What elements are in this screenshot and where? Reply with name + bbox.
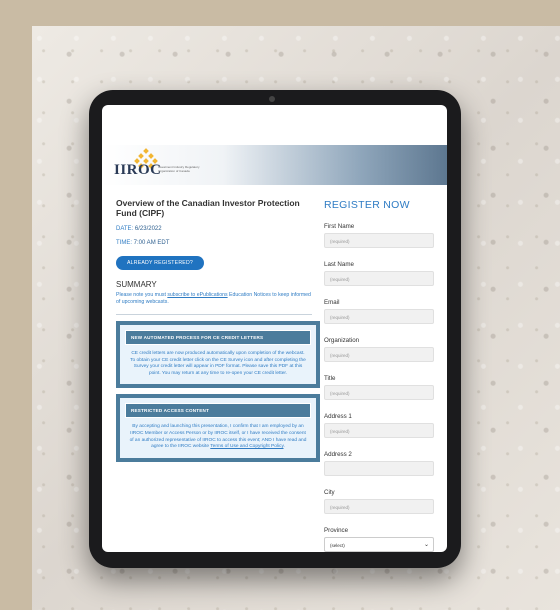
camera-dot (269, 96, 275, 102)
time-label: TIME: (116, 240, 132, 246)
first-name-label: First Name (324, 223, 355, 230)
register-heading: REGISTER NOW (324, 199, 410, 211)
logo-text: IIROC (114, 162, 162, 178)
ce-credit-heading: NEW AUTOMATED PROCESS FOR CE CREDIT LETT… (125, 330, 311, 345)
organization-label: Organization (324, 337, 360, 344)
restricted-access-heading: RESTRICTED ACCESS CONTENT (125, 403, 311, 419)
tablet-device: IIROC Investment Industry Regulatory Org… (89, 90, 461, 568)
summary-text: Please note you must subscribe to ePubli… (116, 292, 312, 306)
last-name-label: Last Name (324, 261, 354, 268)
registration-form: REGISTER NOW First Name (required) Last … (324, 199, 436, 552)
date-value: 6/23/2022 (134, 226, 162, 232)
province-label: Province (324, 527, 349, 534)
ce-credit-text: CE credit letters are now produced autom… (130, 351, 306, 376)
city-label: City (324, 489, 335, 496)
subscribe-link[interactable]: subscribe to ePublications (167, 292, 227, 298)
event-date: DATE: 6/23/2022 (116, 226, 312, 232)
summary-pre: Please note you must (116, 292, 168, 298)
divider (116, 314, 312, 315)
address2-label: Address 2 (324, 451, 352, 458)
header-banner: IIROC Investment Industry Regulatory Org… (102, 145, 447, 185)
event-title: Overview of the Canadian Investor Protec… (116, 198, 300, 218)
province-value: (select) (330, 543, 345, 548)
address1-field[interactable]: (required) (324, 423, 434, 438)
email-label: Email (324, 299, 340, 306)
event-time: TIME: 7:00 AM EDT (116, 240, 312, 246)
tablet-screen: IIROC Investment Industry Regulatory Org… (102, 105, 447, 552)
first-name-field[interactable]: (required) (324, 233, 434, 248)
last-name-field[interactable]: (required) (324, 271, 434, 286)
title-field[interactable]: (required) (324, 385, 434, 400)
logo-subtitle: Investment Industry Regulatory Organizat… (158, 165, 200, 173)
address2-field[interactable] (324, 461, 434, 476)
email-field[interactable]: (required) (324, 309, 434, 324)
city-field[interactable]: (required) (324, 499, 434, 514)
restricted-text-end: . (283, 444, 285, 450)
already-registered-button[interactable]: ALREADY REGISTERED? (116, 256, 204, 270)
organization-field[interactable]: (required) (324, 347, 434, 362)
address1-label: Address 1 (324, 413, 352, 420)
title-label: Title (324, 375, 336, 382)
terms-link[interactable]: Terms of Use and Copyright Policy (210, 444, 283, 449)
restricted-access-notice: RESTRICTED ACCESS CONTENT By accepting a… (116, 394, 320, 462)
summary-heading: SUMMARY (116, 280, 157, 289)
event-info: Overview of the Canadian Investor Protec… (116, 198, 320, 462)
ce-credit-notice: NEW AUTOMATED PROCESS FOR CE CREDIT LETT… (116, 321, 320, 389)
province-select[interactable]: (select) ⌄ (324, 537, 434, 552)
chevron-down-icon: ⌄ (423, 542, 429, 548)
date-label: DATE: (116, 226, 134, 232)
time-value: 7:00 AM EDT (133, 240, 170, 246)
restricted-access-text: By accepting and launching this presenta… (125, 418, 311, 452)
